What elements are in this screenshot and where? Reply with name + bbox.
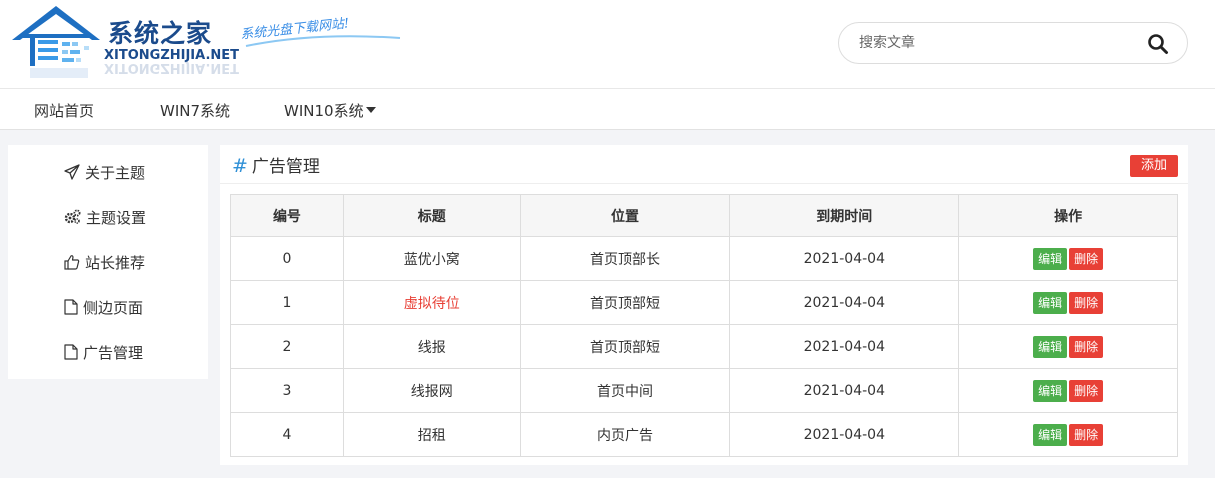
column-header-actions: 操作 bbox=[958, 194, 1178, 237]
table-row: 3 线报网 首页中间 2021-04-04 编辑 删除 bbox=[230, 368, 1178, 413]
sidebar-item-label: 广告管理 bbox=[83, 343, 144, 362]
file-icon bbox=[64, 344, 78, 360]
house-logo-icon bbox=[12, 6, 100, 78]
column-header-position: 位置 bbox=[519, 194, 731, 237]
cell-actions: 编辑 删除 bbox=[958, 236, 1178, 281]
column-header-expire: 到期时间 bbox=[729, 194, 960, 237]
admin-sidebar: 关于主题 主题设置 站长推荐 侧边页面 广告管理 bbox=[8, 145, 208, 379]
thumbs-up-icon bbox=[64, 255, 80, 270]
title-divider bbox=[220, 183, 1188, 184]
file-icon bbox=[64, 299, 78, 315]
table-row: 0 蓝优小窝 首页顶部长 2021-04-04 编辑 删除 bbox=[230, 236, 1178, 281]
column-header-id: 编号 bbox=[230, 194, 344, 237]
caret-down-icon bbox=[365, 106, 376, 113]
delete-button[interactable]: 删除 bbox=[1069, 335, 1104, 358]
nav-item-win10[interactable]: WIN10系统 bbox=[284, 100, 376, 121]
main-nav: 网站首页 WIN7系统 WIN10系统 bbox=[0, 88, 1215, 130]
cell-id: 3 bbox=[230, 368, 344, 413]
edit-button[interactable]: 编辑 bbox=[1033, 335, 1068, 358]
sidebar-item-label: 侧边页面 bbox=[83, 298, 144, 317]
cell-position: 首页顶部短 bbox=[519, 324, 731, 369]
cell-actions: 编辑 删除 bbox=[958, 412, 1178, 457]
table-header-row: 编号 标题 位置 到期时间 操作 bbox=[230, 194, 1178, 237]
cell-title: 虚拟待位 bbox=[342, 280, 521, 325]
cell-actions: 编辑 删除 bbox=[958, 280, 1178, 325]
search-icon[interactable] bbox=[1147, 33, 1169, 55]
delete-button[interactable]: 删除 bbox=[1069, 423, 1104, 446]
sidebar-item-label: 主题设置 bbox=[86, 208, 147, 227]
delete-button[interactable]: 删除 bbox=[1069, 291, 1104, 314]
cell-title: 招租 bbox=[342, 412, 521, 457]
sidebar-item-theme-settings[interactable]: 主题设置 bbox=[64, 205, 146, 229]
delete-button[interactable]: 删除 bbox=[1069, 379, 1104, 402]
cell-expire: 2021-04-04 bbox=[729, 280, 960, 325]
column-header-title: 标题 bbox=[342, 194, 521, 237]
edit-button[interactable]: 编辑 bbox=[1033, 247, 1068, 270]
page-title: # 广告管理 bbox=[232, 152, 320, 177]
nav-item-label: WIN10系统 bbox=[284, 102, 364, 120]
cell-id: 4 bbox=[230, 412, 344, 457]
cell-title: 线报 bbox=[342, 324, 521, 369]
cell-actions: 编辑 删除 bbox=[958, 368, 1178, 413]
cell-position: 首页顶部短 bbox=[519, 280, 731, 325]
nav-item-home[interactable]: 网站首页 bbox=[34, 100, 94, 121]
brand-name-cn: 系统之家 bbox=[108, 19, 213, 48]
cell-expire: 2021-04-04 bbox=[729, 236, 960, 281]
add-button[interactable]: 添加 bbox=[1130, 155, 1178, 177]
cell-title: 蓝优小窝 bbox=[342, 236, 521, 281]
nav-item-label: 网站首页 bbox=[34, 102, 95, 120]
table-row: 2 线报 首页顶部短 2021-04-04 编辑 删除 bbox=[230, 324, 1178, 369]
ads-table: 编号 标题 位置 到期时间 操作 0 蓝优小窝 首页顶部长 2021-04-04… bbox=[230, 194, 1178, 457]
table-row: 4 招租 内页广告 2021-04-04 编辑 删除 bbox=[230, 412, 1178, 457]
sidebar-item-label: 关于主题 bbox=[85, 163, 146, 182]
cell-id: 2 bbox=[230, 324, 344, 369]
slogan-swoosh-icon bbox=[245, 35, 401, 47]
search-input[interactable] bbox=[859, 33, 1129, 53]
cell-expire: 2021-04-04 bbox=[729, 368, 960, 413]
cell-expire: 2021-04-04 bbox=[729, 412, 960, 457]
site-header: 系统之家 XITONGZHIJIA.NET XITONGZHIJIA.NET 系… bbox=[0, 0, 1215, 88]
cell-actions: 编辑 删除 bbox=[958, 324, 1178, 369]
sidebar-item-side-pages[interactable]: 侧边页面 bbox=[64, 295, 143, 319]
search-box bbox=[838, 22, 1188, 64]
edit-button[interactable]: 编辑 bbox=[1033, 291, 1068, 314]
sidebar-item-about-theme[interactable]: 关于主题 bbox=[64, 160, 145, 184]
page-title-text: 广告管理 bbox=[251, 157, 320, 177]
nav-item-label: WIN7系统 bbox=[160, 102, 231, 120]
edit-button[interactable]: 编辑 bbox=[1033, 423, 1068, 446]
delete-button[interactable]: 删除 bbox=[1069, 247, 1104, 270]
sidebar-item-recommend[interactable]: 站长推荐 bbox=[64, 250, 145, 274]
hash-mark: # bbox=[232, 155, 248, 177]
cell-position: 内页广告 bbox=[519, 412, 731, 457]
cell-title: 线报网 bbox=[342, 368, 521, 413]
sidebar-item-label: 站长推荐 bbox=[85, 253, 146, 272]
edit-button[interactable]: 编辑 bbox=[1033, 379, 1068, 402]
cell-position: 首页中间 bbox=[519, 368, 731, 413]
cell-position: 首页顶部长 bbox=[519, 236, 731, 281]
sidebar-item-ad-management[interactable]: 广告管理 bbox=[64, 340, 143, 364]
nav-item-win7[interactable]: WIN7系统 bbox=[160, 100, 230, 121]
cell-expire: 2021-04-04 bbox=[729, 324, 960, 369]
cell-id: 1 bbox=[230, 280, 344, 325]
cell-id: 0 bbox=[230, 236, 344, 281]
paper-plane-icon bbox=[64, 164, 80, 180]
brand-name-en-reflection: XITONGZHIJIA.NET bbox=[104, 60, 240, 75]
table-row: 1 虚拟待位 首页顶部短 2021-04-04 编辑 删除 bbox=[230, 280, 1178, 325]
site-logo[interactable]: 系统之家 XITONGZHIJIA.NET XITONGZHIJIA.NET 系… bbox=[8, 4, 401, 86]
ad-management-panel: #广告管理 添加 编号 标题 位置 到期时间 操作 0 蓝优小窝 首页顶部长 bbox=[220, 145, 1188, 465]
gears-icon bbox=[64, 209, 81, 224]
